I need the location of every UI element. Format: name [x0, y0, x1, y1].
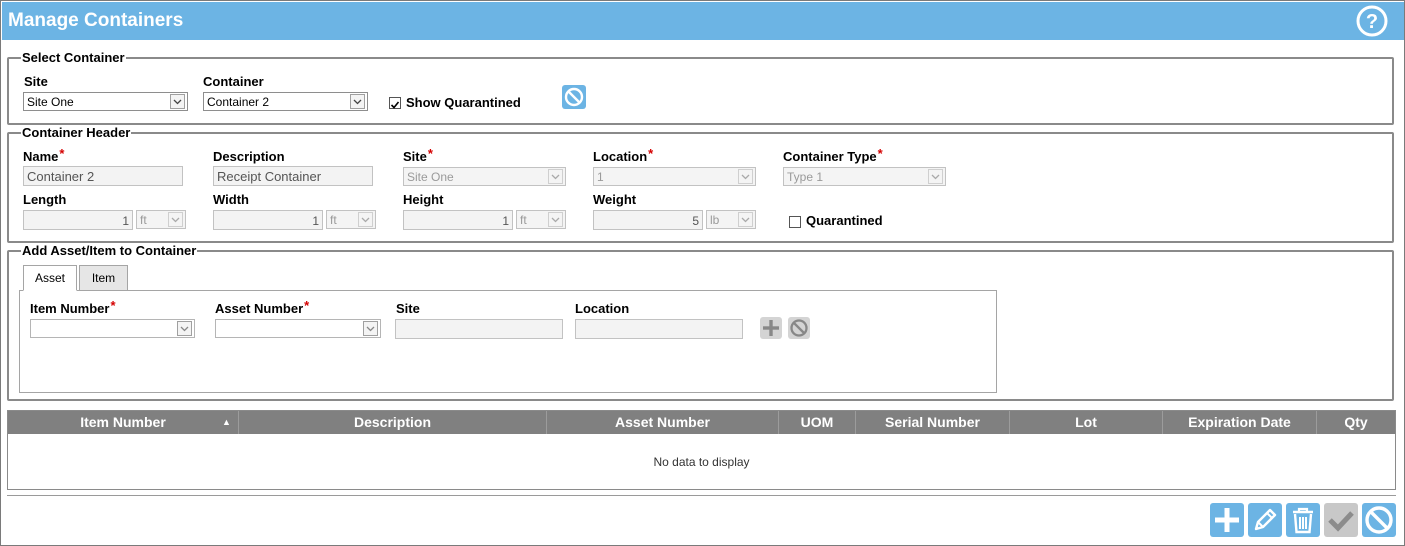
asset-location-label: Location — [575, 301, 630, 316]
asset-number-label: Asset Number* — [215, 298, 310, 316]
edit-button[interactable] — [1248, 503, 1282, 537]
weight-field[interactable]: 5 — [593, 210, 703, 230]
site-select[interactable]: Site One — [23, 92, 188, 111]
column-header-qty[interactable]: Qty — [1317, 411, 1395, 434]
item-number-label: Item Number* — [30, 298, 116, 316]
clear-selection-button[interactable] — [562, 85, 586, 109]
chevron-down-icon — [928, 169, 943, 184]
asset-tab-panel — [19, 290, 997, 393]
divider — [7, 495, 1396, 496]
container-type-label: Container Type* — [783, 146, 883, 164]
required-marker: * — [648, 146, 654, 161]
chevron-down-icon — [363, 321, 378, 336]
grid-header: Item Number ▲ Description Asset Number U… — [8, 411, 1395, 434]
svg-text:?: ? — [1366, 11, 1378, 33]
asset-number-select[interactable] — [215, 319, 381, 338]
cancel-icon — [1365, 506, 1393, 534]
checkmark-icon — [390, 101, 400, 109]
required-marker: * — [304, 298, 310, 313]
container-select[interactable]: Container 2 — [203, 92, 368, 111]
column-header-description[interactable]: Description — [239, 411, 547, 434]
window-title: Manage Containers — [8, 10, 184, 31]
length-label: Length — [23, 192, 67, 207]
column-header-serial-number[interactable]: Serial Number — [856, 411, 1010, 434]
column-header-item-number[interactable]: Item Number ▲ — [8, 411, 239, 434]
name-field[interactable]: Container 2 — [23, 166, 183, 186]
check-icon — [1328, 511, 1354, 532]
sort-ascending-icon: ▲ — [222, 417, 231, 427]
location-label: Location* — [593, 146, 654, 164]
required-marker: * — [59, 146, 65, 161]
required-marker: * — [110, 298, 116, 313]
clear-asset-button[interactable] — [788, 317, 810, 339]
chevron-down-icon — [177, 321, 192, 336]
manage-containers-window: Manage Containers ? Select Container Sit… — [0, 0, 1405, 546]
chevron-down-icon — [350, 94, 365, 109]
empty-grid-message: No data to display — [653, 455, 750, 469]
tab-item[interactable]: Item — [79, 265, 128, 291]
container-label: Container — [203, 74, 264, 89]
weight-unit-select[interactable]: lb — [706, 210, 756, 229]
column-header-lot[interactable]: Lot — [1010, 411, 1163, 434]
chevron-down-icon — [738, 212, 753, 227]
title-bar: Manage Containers ? — [2, 2, 1404, 40]
chevron-down-icon — [738, 169, 753, 184]
name-label: Name* — [23, 146, 65, 164]
container-contents-grid: Item Number ▲ Description Asset Number U… — [7, 410, 1396, 490]
delete-button[interactable] — [1286, 503, 1320, 537]
plus-icon — [1215, 508, 1239, 532]
column-header-asset-number[interactable]: Asset Number — [547, 411, 779, 434]
width-label: Width — [213, 192, 249, 207]
tab-asset[interactable]: Asset — [23, 265, 77, 291]
add-button[interactable] — [1210, 503, 1244, 537]
length-unit-select[interactable]: ft — [136, 210, 186, 229]
container-header-legend: Container Header — [21, 125, 132, 140]
description-label: Description — [213, 149, 285, 164]
add-asset-button[interactable] — [760, 317, 782, 339]
weight-label: Weight — [593, 192, 637, 207]
save-button[interactable] — [1324, 503, 1358, 537]
asset-site-label: Site — [396, 301, 420, 316]
chevron-down-icon — [358, 212, 373, 227]
header-site-label: Site* — [403, 146, 433, 164]
chevron-down-icon — [168, 212, 183, 227]
container-type-select[interactable]: Type 1 — [783, 167, 946, 186]
location-select[interactable]: 1 — [593, 167, 756, 186]
trash-icon — [1293, 507, 1313, 534]
required-marker: * — [877, 146, 883, 161]
pencil-icon — [1254, 508, 1277, 531]
show-quarantined-label: Show Quarantined — [406, 95, 521, 110]
show-quarantined-checkbox[interactable] — [389, 97, 401, 109]
site-label: Site — [24, 74, 48, 89]
column-header-uom[interactable]: UOM — [779, 411, 856, 434]
asset-location-field[interactable] — [575, 319, 743, 339]
chevron-down-icon — [548, 169, 563, 184]
quarantined-checkbox[interactable] — [789, 216, 801, 228]
asset-site-field[interactable] — [395, 319, 563, 339]
height-unit-select[interactable]: ft — [516, 210, 566, 229]
help-icon[interactable]: ? — [1356, 5, 1388, 37]
description-field[interactable]: Receipt Container — [213, 166, 373, 186]
length-field[interactable]: 1 — [23, 210, 133, 230]
width-unit-select[interactable]: ft — [326, 210, 376, 229]
width-field[interactable]: 1 — [213, 210, 323, 230]
select-container-group: Select Container — [7, 50, 1394, 125]
height-field[interactable]: 1 — [403, 210, 513, 230]
chevron-down-icon — [170, 94, 185, 109]
item-number-select[interactable] — [30, 319, 195, 338]
required-marker: * — [427, 146, 433, 161]
cancel-icon — [564, 87, 584, 107]
quarantined-label: Quarantined — [806, 213, 883, 228]
add-asset-legend: Add Asset/Item to Container — [21, 243, 198, 258]
cancel-button[interactable] — [1362, 503, 1396, 537]
chevron-down-icon — [548, 212, 563, 227]
header-site-select[interactable]: Site One — [403, 167, 566, 186]
plus-icon — [763, 320, 779, 336]
cancel-icon — [790, 319, 808, 337]
height-label: Height — [403, 192, 444, 207]
select-container-legend: Select Container — [21, 50, 126, 65]
column-header-expiration-date[interactable]: Expiration Date — [1163, 411, 1317, 434]
